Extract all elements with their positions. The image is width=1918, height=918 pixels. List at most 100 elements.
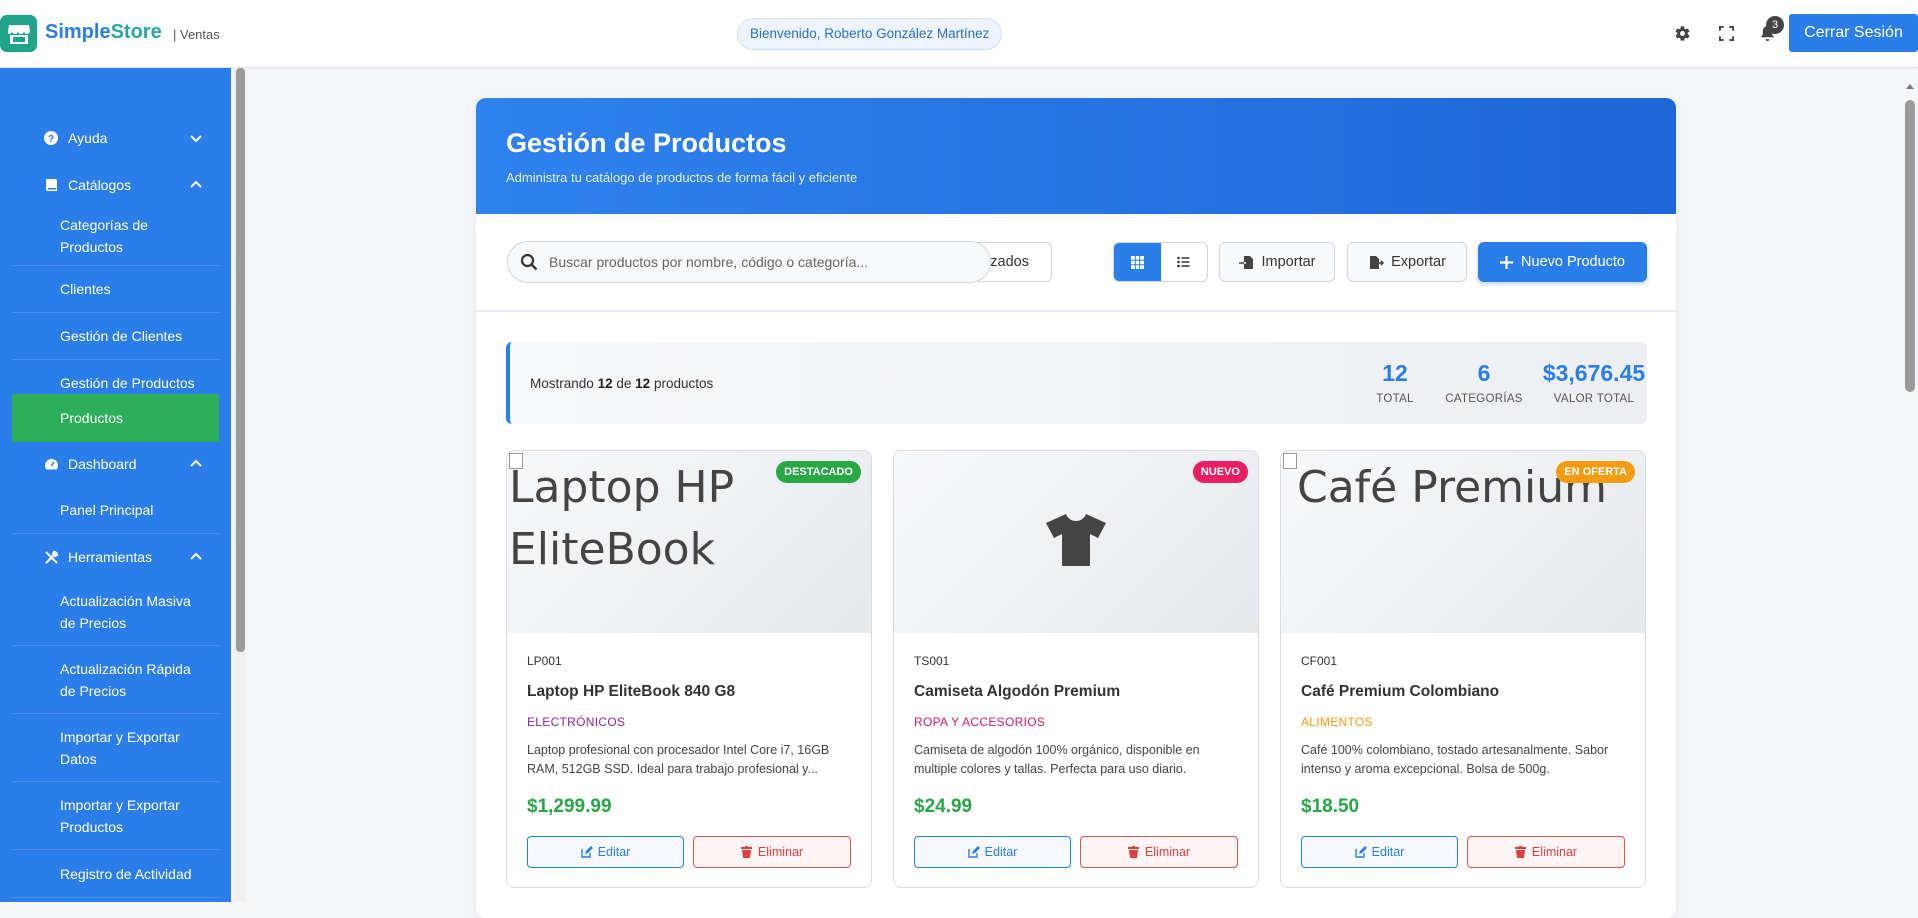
tools-icon bbox=[43, 549, 59, 565]
toolbar-divider bbox=[476, 310, 1676, 312]
sidebar-item-label: Importar y Exportar Productos bbox=[60, 796, 180, 835]
top-header: SimpleStore | Ventas Bienvenido, Roberto… bbox=[0, 0, 1918, 68]
sidebar-item-label: Clientes bbox=[60, 281, 111, 297]
product-description: Camiseta de algodón 100% orgánico, dispo… bbox=[914, 743, 1200, 776]
delete-label: Eliminar bbox=[757, 845, 804, 859]
sidebar-item-panel-principal[interactable]: Panel Principal bbox=[12, 486, 219, 534]
fullscreen-icon[interactable] bbox=[1716, 23, 1736, 43]
grid-icon bbox=[1130, 255, 1144, 269]
product-name: Camiseta Algodón Premium bbox=[914, 683, 1121, 700]
welcome-badge: Bienvenido, Roberto González Martínez bbox=[737, 18, 1003, 50]
delete-product-button[interactable]: Eliminar bbox=[693, 836, 851, 868]
sidebar-item-label: Productos bbox=[60, 410, 124, 426]
edit-product-button[interactable]: Editar bbox=[527, 836, 684, 868]
sidebar-item-actualizacion-rapida[interactable]: Actualización Rápida de Precios bbox=[12, 646, 219, 714]
sidebar-group-label: Catálogos bbox=[68, 177, 132, 193]
trash-icon bbox=[1514, 846, 1527, 858]
svg-text:?: ? bbox=[48, 134, 54, 145]
product-description: Café 100% colombiano, tostado artesanalm… bbox=[1301, 743, 1609, 776]
stat-categories: 6 CATEGORÍAS bbox=[1434, 360, 1534, 405]
product-code: LP001 bbox=[527, 654, 562, 668]
sidebar-scrollbar-thumb[interactable] bbox=[236, 68, 245, 652]
gauge-icon bbox=[43, 456, 59, 472]
product-card[interactable]: NUEVO TS001 Camiseta Algodón Premium ROP… bbox=[893, 450, 1259, 888]
showing-count-text: Mostrando 12 de 12 productos bbox=[530, 376, 714, 391]
sidebar: ? Ayuda Catálogos Categorías de Producto… bbox=[0, 68, 231, 902]
page-scrollbar-thumb[interactable] bbox=[1905, 100, 1915, 392]
brand-name[interactable]: SimpleStore bbox=[45, 21, 162, 44]
sidebar-group-catalogos[interactable]: Catálogos bbox=[12, 163, 219, 207]
sidebar-item-registro-actividad[interactable]: Registro de Actividad bbox=[12, 850, 219, 898]
page-subtitle: Administra tu catálogo de productos de f… bbox=[506, 170, 858, 185]
edit-product-button[interactable]: Editar bbox=[914, 836, 1071, 868]
stat-categories-label: CATEGORÍAS bbox=[1445, 393, 1523, 405]
product-tag-badge: NUEVO bbox=[1192, 461, 1248, 483]
sidebar-item-label: Actualización Masiva de Precios bbox=[60, 593, 191, 631]
export-label: Exportar bbox=[1391, 254, 1446, 270]
sidebar-item-clientes[interactable]: Clientes bbox=[12, 266, 219, 313]
chevron-down-icon bbox=[190, 135, 202, 143]
product-code: TS001 bbox=[914, 654, 950, 668]
gear-icon[interactable] bbox=[1672, 23, 1692, 43]
help-icon: ? bbox=[43, 130, 59, 146]
edit-icon bbox=[580, 846, 593, 858]
sidebar-item-label: Registro de Actividad bbox=[60, 865, 192, 882]
edit-label: Editar bbox=[597, 845, 631, 859]
stat-total: 12 TOTAL bbox=[1365, 360, 1425, 405]
edit-product-button[interactable]: Editar bbox=[1301, 836, 1458, 868]
product-category: ALIMENTOS bbox=[1301, 715, 1373, 729]
new-product-label: Nuevo Producto bbox=[1521, 254, 1625, 270]
grid-view-button[interactable] bbox=[1114, 243, 1161, 281]
product-price: $1,299.99 bbox=[527, 796, 612, 817]
import-button[interactable]: Importar bbox=[1219, 242, 1335, 282]
edit-icon bbox=[1354, 846, 1367, 858]
sidebar-item-categorias[interactable]: Categorías de Productos bbox=[12, 206, 219, 266]
trash-icon bbox=[1127, 846, 1140, 858]
file-export-icon bbox=[1368, 254, 1384, 270]
delete-label: Eliminar bbox=[1144, 845, 1191, 859]
stat-value-value: $3,676.45 bbox=[1542, 360, 1646, 386]
stat-categories-value: 6 bbox=[1477, 360, 1491, 386]
scroll-up-icon[interactable] bbox=[1906, 83, 1914, 89]
stat-value-label: VALOR TOTAL bbox=[1553, 393, 1635, 405]
sidebar-item-importar-productos[interactable]: Importar y Exportar Productos bbox=[12, 782, 219, 850]
tshirt-icon bbox=[1046, 514, 1106, 566]
product-card[interactable]: Café Premium EN OFERTA CF001 Café Premiu… bbox=[1280, 450, 1646, 888]
product-name: Café Premium Colombiano bbox=[1301, 683, 1500, 700]
delete-product-button[interactable]: Eliminar bbox=[1080, 836, 1238, 868]
product-name: Laptop HP EliteBook 840 G8 bbox=[527, 683, 736, 700]
sidebar-group-ayuda[interactable]: ? Ayuda bbox=[12, 116, 219, 160]
chevron-up-icon bbox=[190, 552, 202, 560]
stats-bar: Mostrando 12 de 12 productos 12 TOTAL 6 … bbox=[506, 342, 1647, 424]
search-input[interactable] bbox=[549, 254, 969, 270]
chevron-up-icon bbox=[190, 459, 202, 467]
edit-label: Editar bbox=[984, 845, 1018, 859]
edit-icon bbox=[967, 846, 980, 858]
list-view-button[interactable] bbox=[1161, 243, 1208, 281]
sidebar-item-actualizacion-masiva[interactable]: Actualización Masiva de Precios bbox=[12, 579, 219, 646]
sidebar-group-herramientas[interactable]: Herramientas bbox=[12, 535, 219, 579]
new-product-button[interactable]: Nuevo Producto bbox=[1478, 242, 1647, 282]
logout-button[interactable]: Cerrar Sesión bbox=[1789, 14, 1918, 52]
chevron-up-icon bbox=[190, 180, 202, 188]
search-icon bbox=[520, 253, 538, 271]
view-mode-toggle bbox=[1113, 242, 1208, 282]
stat-total-value: 12 bbox=[1382, 360, 1408, 386]
sidebar-group-dashboard[interactable]: Dashboard bbox=[12, 442, 219, 486]
export-button[interactable]: Exportar bbox=[1347, 242, 1467, 282]
sidebar-item-importar-datos[interactable]: Importar y Exportar Datos bbox=[12, 714, 219, 782]
sidebar-item-gestion-clientes[interactable]: Gestión de Clientes bbox=[12, 313, 219, 360]
sidebar-group-label: Herramientas bbox=[68, 549, 153, 565]
import-label: Importar bbox=[1261, 254, 1316, 270]
product-card[interactable]: Laptop HP EliteBook DESTACADO LP001 Lapt… bbox=[506, 450, 872, 888]
delete-label: Eliminar bbox=[1531, 845, 1578, 859]
search-box bbox=[507, 241, 991, 283]
sidebar-item-label: Importar y Exportar Datos bbox=[60, 728, 180, 767]
sidebar-group-label: Dashboard bbox=[68, 456, 137, 472]
sidebar-item-productos[interactable]: Productos bbox=[12, 394, 219, 442]
delete-product-button[interactable]: Eliminar bbox=[1467, 836, 1625, 868]
stat-value: $3,676.45 VALOR TOTAL bbox=[1536, 360, 1652, 405]
plus-icon bbox=[1500, 255, 1513, 269]
store-logo-icon[interactable] bbox=[0, 15, 37, 52]
file-import-icon bbox=[1239, 254, 1255, 270]
